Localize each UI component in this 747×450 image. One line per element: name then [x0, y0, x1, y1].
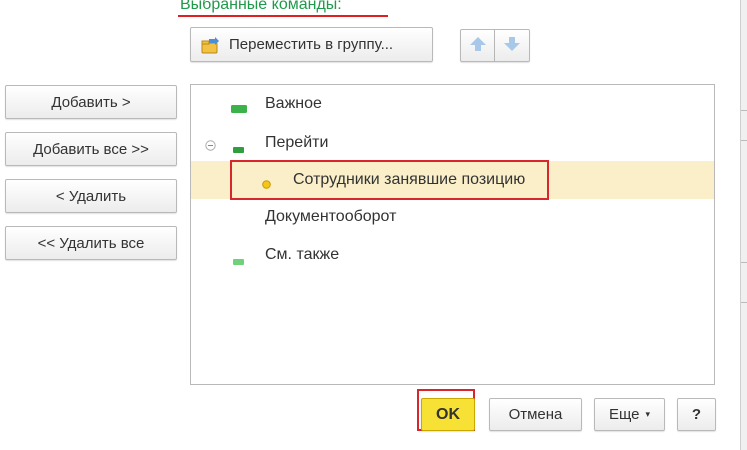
chevron-down-icon: ▾: [645, 409, 651, 419]
green-bar-small-icon: [233, 140, 244, 157]
tree-row-employees[interactable]: Сотрудники занявшие позицию: [191, 161, 714, 199]
move-to-group-label: Переместить в группу...: [229, 36, 394, 53]
panel-divider: [741, 302, 747, 303]
collapse-toggle-icon[interactable]: [205, 138, 216, 155]
arrow-down-icon: [503, 36, 521, 56]
tree-row-label: См. также: [265, 246, 340, 263]
more-button[interactable]: Еще ▾: [594, 398, 665, 431]
tree-row-important[interactable]: Важное: [191, 85, 714, 123]
green-bar-light-icon: [233, 252, 244, 269]
help-button[interactable]: ?: [677, 398, 716, 431]
tree-row-label: Сотрудники занявшие позицию: [293, 171, 526, 188]
yellow-dot-icon: [262, 176, 271, 193]
arrow-up-icon: [469, 36, 487, 56]
panel-divider: [741, 110, 747, 111]
title-underline: [178, 15, 388, 17]
panel-divider: [741, 140, 747, 141]
panel-divider: [741, 262, 747, 263]
tree-row-label: Перейти: [265, 134, 329, 151]
add-button[interactable]: Добавить >: [5, 85, 177, 119]
move-to-group-icon: [201, 36, 221, 54]
move-down-button[interactable]: [495, 29, 530, 62]
section-title: Выбранные команды:: [180, 0, 342, 13]
tree-row-label: Документооборот: [265, 208, 397, 225]
remove-button[interactable]: < Удалить: [5, 179, 177, 213]
remove-all-button[interactable]: << Удалить все: [5, 226, 177, 260]
tree-row-go[interactable]: Перейти: [191, 124, 714, 162]
move-up-button[interactable]: [460, 29, 495, 62]
tree-row-docflow[interactable]: Документооборот: [191, 198, 714, 236]
cancel-button[interactable]: Отмена: [489, 398, 582, 431]
green-bar-large-icon: [231, 100, 247, 117]
move-to-group-button[interactable]: Переместить в группу...: [190, 27, 433, 62]
add-all-button[interactable]: Добавить все >>: [5, 132, 177, 166]
right-panel-edge: [740, 0, 747, 450]
ok-button[interactable]: OK: [421, 398, 475, 431]
more-label: Еще: [608, 406, 640, 423]
selected-commands-tree[interactable]: Важное Перейти Сотрудники занявшие позиц…: [190, 84, 715, 385]
tree-row-label: Важное: [265, 95, 322, 112]
tree-row-see-also[interactable]: См. также: [191, 236, 714, 274]
